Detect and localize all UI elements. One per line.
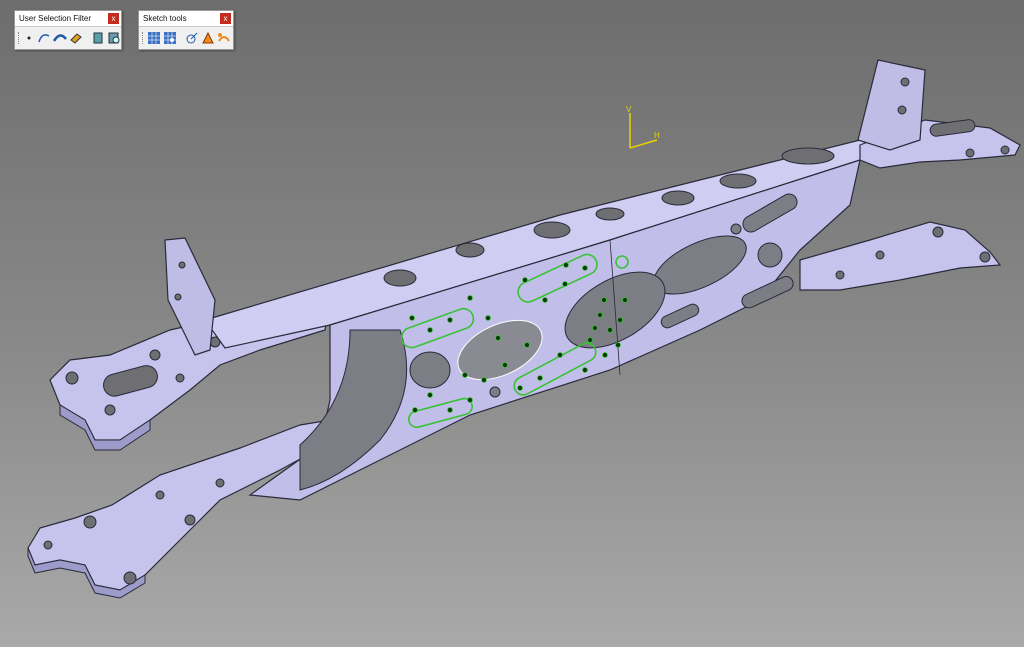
toolbar-title: User Selection Filter <box>19 14 92 23</box>
main-spine[interactable] <box>204 139 882 501</box>
feature-element-filter-icon[interactable] <box>91 31 105 46</box>
toolbar-grip[interactable] <box>18 32 19 44</box>
curve-filter-icon[interactable] <box>37 31 51 46</box>
intersection-filter-icon[interactable] <box>107 31 121 46</box>
toolbar-title-bar[interactable]: Sketch tools x <box>139 11 233 27</box>
geometric-constraints-icon[interactable] <box>201 31 215 46</box>
axis-v-label: V <box>626 105 632 114</box>
sketch-tools-toolbar[interactable]: Sketch tools x <box>138 10 234 50</box>
volume-filter-icon[interactable] <box>69 31 83 46</box>
close-button[interactable]: x <box>220 13 231 24</box>
toolbar-title: Sketch tools <box>143 14 187 23</box>
arm-plate-right-lower[interactable] <box>799 221 1002 291</box>
toolbar-title-bar[interactable]: User Selection Filter x <box>15 11 121 27</box>
dimensional-constraints-icon[interactable] <box>217 31 231 46</box>
toolbar-grip[interactable] <box>142 32 143 44</box>
grid-icon[interactable] <box>147 31 161 46</box>
axis-h-label: H <box>654 131 660 140</box>
sketch-axis-compass[interactable]: V H <box>626 105 660 149</box>
mount-bracket-right[interactable] <box>857 59 926 151</box>
surface-filter-icon[interactable] <box>53 31 67 46</box>
user-selection-filter-toolbar[interactable]: User Selection Filter x <box>14 10 122 50</box>
3d-viewport[interactable]: V H <box>0 0 1024 647</box>
snap-to-point-icon[interactable] <box>163 31 177 46</box>
construction-element-icon[interactable] <box>185 31 199 46</box>
point-filter-icon[interactable] <box>23 31 35 46</box>
lower-arm-front-left[interactable] <box>27 419 336 599</box>
close-button[interactable]: x <box>108 13 119 24</box>
